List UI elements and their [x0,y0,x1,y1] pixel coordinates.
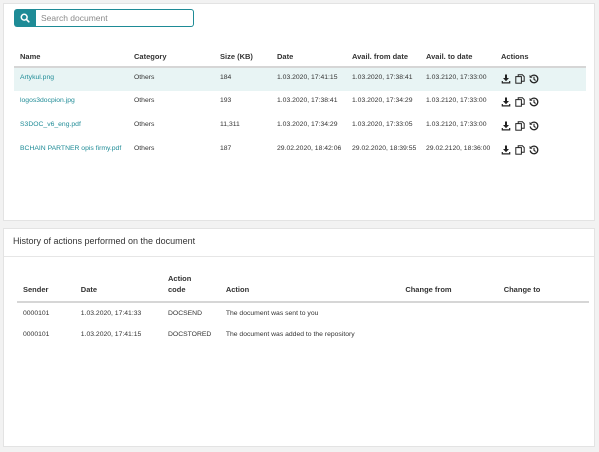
column-header-sender: Sender [17,273,75,303]
column-header-date[interactable]: Date [271,48,346,68]
cell-size: 184 [220,74,232,81]
download-icon[interactable] [501,74,511,84]
cell-avail-to: 1.03.2120, 17:33:00 [426,74,487,81]
cell-avail-from: 1.03.2020, 17:38:41 [352,74,413,81]
history-title: History of actions performed on the docu… [13,236,196,246]
cell-sender: 0000101 [23,310,50,317]
column-header-actions: Actions [495,48,586,68]
search-button[interactable] [14,9,36,27]
table-row[interactable]: BCHAIN PARTNER opis firmy.pdf Others 187… [14,139,586,175]
column-header-date: Date [74,273,163,303]
cell-size: 193 [220,97,232,104]
download-icon[interactable] [501,121,511,131]
cell-change-to [498,324,589,346]
table-row[interactable]: Artykul.png Others 184 1.03.2020, 17:41:… [14,67,586,91]
file-link[interactable]: BCHAIN PARTNER opis firmy.pdf [20,145,121,152]
cell-action: The document was sent to you [225,310,319,317]
history-panel: History of actions performed on the docu… [3,228,595,447]
cell-action-code: DOCSTORED [168,331,212,338]
cell-date: 1.03.2020, 17:41:33 [80,310,142,317]
cell-category: Others [134,97,155,104]
file-link[interactable]: logos3docpion.jpg [20,97,75,104]
search-input[interactable] [36,9,194,27]
row-actions [501,97,586,107]
cell-date: 29.02.2020, 18:42:06 [277,145,342,152]
download-icon[interactable] [501,97,511,107]
table-header-row: Name Category Size (KB) Date Avail. from… [14,48,586,68]
cell-date: 1.03.2020, 17:38:41 [277,97,338,104]
table-row[interactable]: S3DOC_v6_eng.pdf Others 11,311 1.03.2020… [14,115,586,139]
copy-icon[interactable] [515,74,525,84]
search-icon [20,13,30,23]
cell-avail-from: 1.03.2020, 17:34:29 [352,97,413,104]
history-icon[interactable] [529,121,539,131]
cell-avail-from: 29.02.2020, 18:39:55 [352,145,417,152]
column-header-size[interactable]: Size (KB) [214,48,271,68]
cell-category: Others [134,121,155,128]
documents-panel: Name Category Size (KB) Date Avail. from… [3,3,595,221]
history-icon[interactable] [529,97,539,107]
history-icon[interactable] [529,74,539,84]
column-header-name[interactable]: Name [14,48,128,68]
copy-icon[interactable] [515,97,525,107]
documents-table: Name Category Size (KB) Date Avail. from… [14,48,586,175]
cell-avail-to: 1.03.2120, 17:33:00 [426,97,487,104]
cell-size: 187 [220,145,232,152]
divider [4,256,594,257]
row-actions [501,145,586,155]
column-header-avail-to[interactable]: Avail. to date [420,48,495,68]
cell-avail-to: 29.02.2120, 18:36:00 [426,145,491,152]
copy-icon[interactable] [515,121,525,131]
history-table: Sender Date Action code Action Change fr… [17,273,589,346]
cell-change-from [399,324,497,346]
cell-category: Others [134,145,155,152]
cell-date: 1.03.2020, 17:41:15 [80,331,142,338]
cell-avail-to: 1.03.2120, 17:33:00 [426,121,487,128]
table-row: 0000101 1.03.2020, 17:41:15 DOCSTORED Th… [17,324,589,346]
cell-date: 1.03.2020, 17:41:15 [277,74,338,81]
cell-change-from [399,302,497,324]
download-icon[interactable] [501,145,511,155]
column-header-change-to: Change to [497,273,589,303]
table-header-row: Sender Date Action code Action Change fr… [17,273,589,303]
cell-change-to [498,302,589,324]
cell-category: Others [134,74,155,81]
copy-icon[interactable] [515,145,525,155]
column-header-change-from: Change from [399,273,498,303]
cell-date: 1.03.2020, 17:34:29 [277,121,338,128]
cell-avail-from: 1.03.2020, 17:33:05 [352,121,413,128]
search-bar [14,9,194,27]
column-header-action-code: Action code [162,273,220,303]
table-row[interactable]: logos3docpion.jpg Others 193 1.03.2020, … [14,91,586,115]
column-header-category[interactable]: Category [128,48,214,68]
column-header-action: Action [219,273,400,303]
file-link[interactable]: Artykul.png [20,74,54,81]
cell-sender: 0000101 [23,331,50,338]
table-row: 0000101 1.03.2020, 17:41:33 DOCSEND The … [17,302,589,324]
cell-size: 11,311 [220,121,240,128]
cell-action-code: DOCSEND [168,310,203,317]
history-icon[interactable] [529,145,539,155]
file-link[interactable]: S3DOC_v6_eng.pdf [20,121,81,128]
row-actions [501,74,586,84]
column-header-avail-from[interactable]: Avail. from date [346,48,420,68]
row-actions [501,121,586,131]
cell-action: The document was added to the repository [225,331,355,338]
